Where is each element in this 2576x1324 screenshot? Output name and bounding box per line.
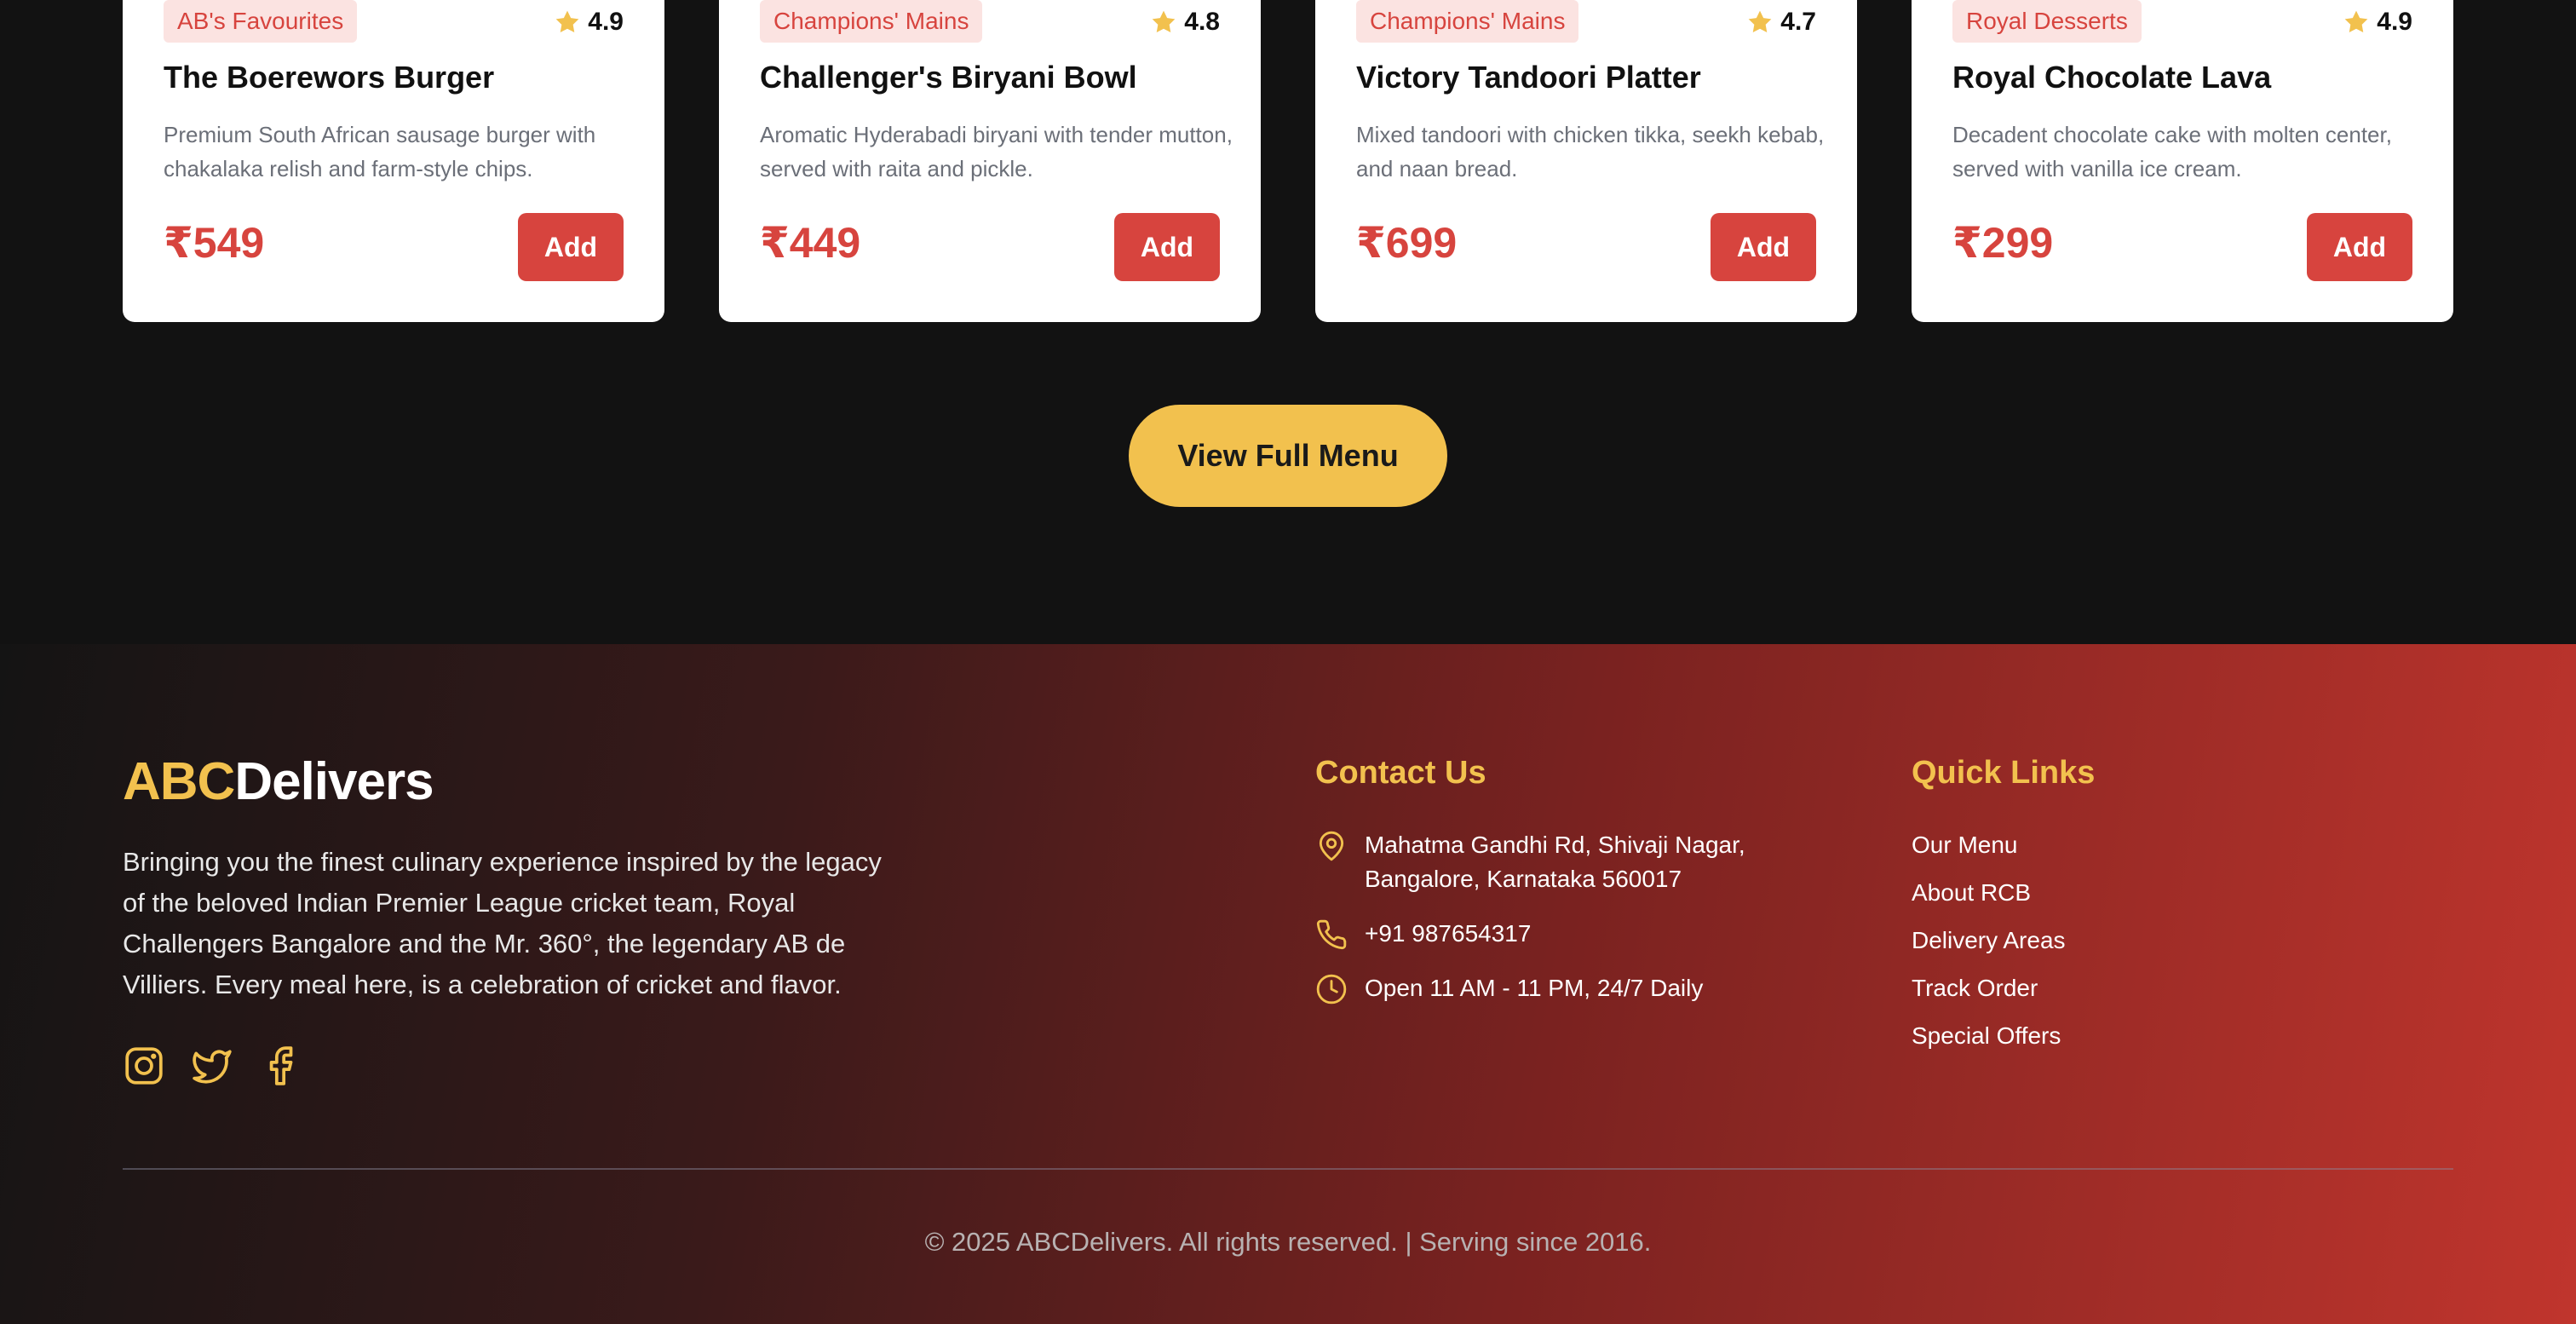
facebook-icon[interactable]: [259, 1045, 302, 1087]
map-pin-icon: [1319, 831, 1344, 861]
menu-card: Champions' Mains 4.7 Victory Tandoori Pl…: [1315, 0, 1857, 322]
dish-name: Royal Chocolate Lava: [1952, 60, 2272, 95]
phone-text[interactable]: +91 987654317: [1365, 917, 1531, 951]
add-button[interactable]: Add: [518, 213, 624, 281]
rating-value: 4.8: [1184, 8, 1220, 36]
rating-value: 4.9: [588, 8, 624, 36]
menu-card: Royal Desserts 4.9 Royal Chocolate Lava …: [1912, 0, 2453, 322]
dish-description: Mixed tandoori with chicken tikka, seekh…: [1356, 122, 1825, 181]
quick-link-about-rcb[interactable]: About RCB: [1912, 876, 2066, 924]
brand-rest: Delivers: [234, 752, 434, 811]
social-links: [123, 1045, 302, 1087]
category-badge: AB's Favourites: [164, 0, 358, 43]
category-badge: Champions' Mains: [1356, 0, 1579, 43]
add-button[interactable]: Add: [1114, 213, 1220, 281]
quick-link-delivery-areas[interactable]: Delivery Areas: [1912, 924, 2066, 971]
rating: 4.9: [554, 5, 624, 39]
about-text: Bringing you the finest culinary experie…: [123, 847, 882, 999]
star-icon: [1152, 10, 1176, 32]
add-button[interactable]: Add: [2307, 213, 2412, 281]
address-text: Mahatma Gandhi Rd, Shivaji Nagar, Bangal…: [1365, 832, 1745, 892]
rating: 4.8: [1150, 5, 1220, 39]
contact-phone: +91 987654317: [1315, 917, 1531, 951]
contact-title: Contact Us: [1315, 755, 1486, 791]
quick-links-title: Quick Links: [1912, 755, 2096, 791]
hours-text: Open 11 AM - 11 PM, 24/7 Daily: [1365, 975, 1704, 1001]
clock-icon: [1316, 974, 1347, 1005]
twitter-icon[interactable]: [191, 1045, 233, 1087]
dish-description: Decadent chocolate cake with molten cent…: [1952, 122, 2392, 181]
view-full-menu-button[interactable]: View Full Menu: [1129, 405, 1447, 507]
dish-name: Challenger's Biryani Bowl: [760, 60, 1137, 95]
dish-name: Victory Tandoori Platter: [1356, 60, 1701, 95]
phone-icon: [1316, 919, 1347, 950]
star-icon: [2344, 10, 2368, 32]
footer-logo[interactable]: ABCDelivers: [123, 751, 434, 812]
category-badge: Royal Desserts: [1952, 0, 2142, 43]
menu-card: Champions' Mains 4.8 Challenger's Biryan…: [719, 0, 1261, 322]
copyright-text: © 2025 ABCDelivers. All rights reserved.…: [924, 1227, 1652, 1257]
add-button[interactable]: Add: [1711, 213, 1816, 281]
quick-link-our-menu[interactable]: Our Menu: [1912, 828, 2066, 876]
price: ₹699: [1356, 219, 1458, 267]
rating-value: 4.7: [1780, 8, 1816, 36]
menu-card: AB's Favourites 4.9 The Boerewors Burger…: [123, 0, 664, 322]
quick-links: Our Menu About RCB Delivery Areas Track …: [1912, 828, 2066, 1067]
price: ₹549: [164, 219, 265, 267]
category-badge: Champions' Mains: [760, 0, 983, 43]
site-footer: ABCDelivers Bringing you the finest culi…: [0, 644, 2576, 1324]
contact-address: Mahatma Gandhi Rd, Shivaji Nagar, Bangal…: [1315, 828, 1843, 896]
rating-value: 4.9: [2377, 8, 2412, 36]
price: ₹449: [760, 219, 861, 267]
price: ₹299: [1952, 219, 2054, 267]
quick-link-special-offers[interactable]: Special Offers: [1912, 1019, 2066, 1067]
dish-description: Premium South African sausage burger wit…: [164, 122, 596, 181]
brand-highlight: ABC: [123, 752, 235, 811]
contact-hours: Open 11 AM - 11 PM, 24/7 Daily: [1315, 971, 1703, 1005]
menu-section: AB's Favourites 4.9 The Boerewors Burger…: [0, 0, 2576, 644]
quick-link-track-order[interactable]: Track Order: [1912, 971, 2066, 1019]
dish-name: The Boerewors Burger: [164, 60, 495, 95]
footer-divider: [123, 1168, 2453, 1170]
instagram-icon[interactable]: [123, 1045, 165, 1087]
rating: 4.7: [1746, 5, 1816, 39]
rating: 4.9: [2343, 5, 2412, 39]
star-icon: [555, 10, 579, 32]
dish-description: Aromatic Hyderabadi biryani with tender …: [760, 122, 1233, 181]
star-icon: [1748, 10, 1772, 32]
